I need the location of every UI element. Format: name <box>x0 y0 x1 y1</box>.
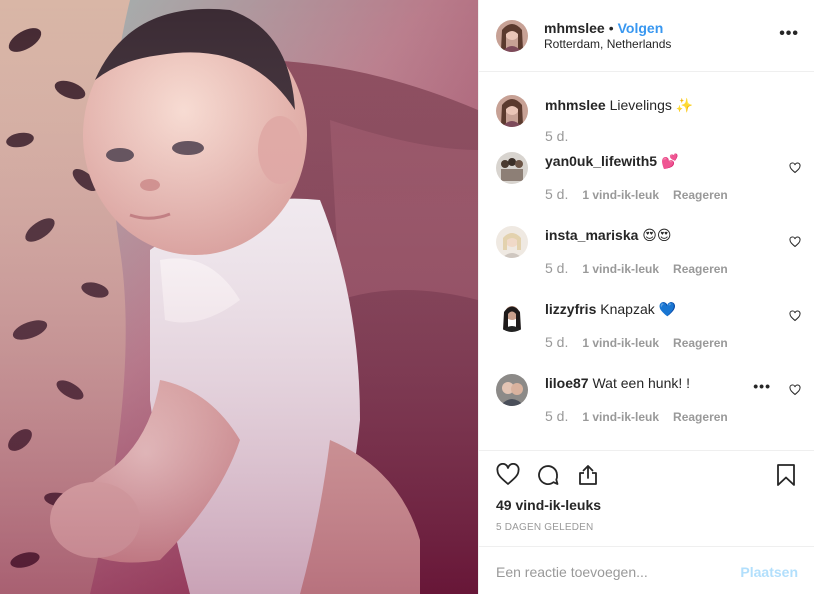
heart-icon <box>496 463 520 485</box>
comment-username[interactable]: liloe87 <box>545 375 589 391</box>
comments-list[interactable]: mhmslee Lievelings ✨ 5 d. yan0uk_lifewit… <box>479 72 814 450</box>
comment-text: Knapzak 💙 <box>600 301 677 317</box>
author-username[interactable]: mhmslee <box>544 20 605 36</box>
comment-time[interactable]: 5 d. <box>545 334 568 350</box>
comment-username[interactable]: yan0uk_lifewith5 <box>545 153 657 169</box>
comment-heart-icon[interactable] <box>789 310 801 322</box>
reply-button[interactable]: Reageren <box>673 410 728 424</box>
post-photo[interactable] <box>0 0 478 594</box>
commenter-avatar[interactable] <box>496 152 528 184</box>
baby-photo-image <box>0 0 478 594</box>
comment-username[interactable]: lizzyfris <box>545 301 596 317</box>
caption-username[interactable]: mhmslee <box>545 97 606 113</box>
post-actions: 49 vind-ik-leuks 5 DAGEN GELEDEN <box>479 450 814 546</box>
author-avatar[interactable] <box>496 19 528 52</box>
commenter-avatar[interactable] <box>496 374 528 406</box>
comment-text: 😍😍 <box>642 227 672 243</box>
caption-time[interactable]: 5 d. <box>545 128 568 144</box>
add-comment-bar: Een reactie toevoegen... Plaatsen <box>479 546 814 594</box>
comment-button[interactable] <box>536 463 560 487</box>
comment-heart-icon[interactable] <box>789 236 801 248</box>
commenter-avatar[interactable] <box>496 300 528 332</box>
post-details-panel: mhmslee • Volgen Rotterdam, Netherlands … <box>478 0 814 594</box>
post-date[interactable]: 5 DAGEN GELEDEN <box>496 522 593 533</box>
comment-likes[interactable]: 1 vind-ik-leuk <box>582 188 659 202</box>
reply-button[interactable]: Reageren <box>673 262 728 276</box>
comment-likes[interactable]: 1 vind-ik-leuk <box>582 410 659 424</box>
comment-time[interactable]: 5 d. <box>545 260 568 276</box>
bookmark-icon <box>777 464 795 486</box>
header-text: mhmslee • Volgen Rotterdam, Netherlands <box>544 20 671 52</box>
comment-heart-icon[interactable] <box>789 384 801 396</box>
more-options-icon[interactable]: ••• <box>779 26 799 42</box>
share-icon <box>579 465 597 485</box>
separator-dot: • <box>608 19 614 36</box>
post-header: mhmslee • Volgen Rotterdam, Netherlands … <box>479 0 814 72</box>
reply-button[interactable]: Reageren <box>673 336 728 350</box>
comment-input[interactable]: Een reactie toevoegen... <box>496 564 726 580</box>
comment-text: 💕 <box>660 153 679 169</box>
likes-count[interactable]: 49 vind-ik-leuks <box>496 497 601 513</box>
comment-likes[interactable]: 1 vind-ik-leuk <box>582 336 659 350</box>
comment-icon <box>538 465 559 485</box>
author-avatar[interactable] <box>496 95 528 127</box>
post-comment-button[interactable]: Plaatsen <box>740 564 798 580</box>
commenter-avatar[interactable] <box>496 226 528 258</box>
comment-time[interactable]: 5 d. <box>545 186 568 202</box>
comment-username[interactable]: insta_mariska <box>545 227 638 243</box>
caption-text: Lievelings ✨ <box>609 97 694 113</box>
follow-button[interactable]: Volgen <box>618 20 664 36</box>
share-button[interactable] <box>576 463 600 487</box>
comment-time[interactable]: 5 d. <box>545 408 568 424</box>
save-button[interactable] <box>774 463 798 487</box>
comment-options-icon[interactable]: ••• <box>753 378 771 394</box>
like-button[interactable] <box>496 463 520 487</box>
comment-likes[interactable]: 1 vind-ik-leuk <box>582 262 659 276</box>
comment-text: Wat een hunk! ! <box>592 375 691 391</box>
comment-heart-icon[interactable] <box>789 162 801 174</box>
post-location[interactable]: Rotterdam, Netherlands <box>544 36 671 52</box>
reply-button[interactable]: Reageren <box>673 188 728 202</box>
